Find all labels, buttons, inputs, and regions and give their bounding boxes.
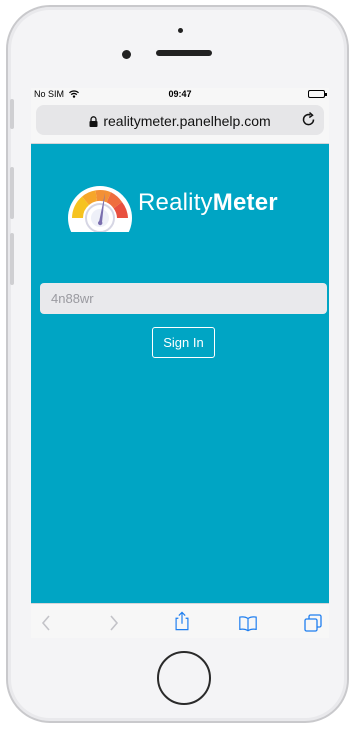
brand-name-reality: Reality	[138, 189, 213, 216]
status-time: 09:47	[168, 89, 192, 99]
access-code-input[interactable]	[40, 283, 327, 314]
url-text: realitymeter.panelhelp.com	[103, 113, 271, 129]
brand-name-meter: Meter	[212, 189, 278, 216]
reload-icon[interactable]	[301, 111, 317, 128]
proximity-sensor	[178, 28, 183, 33]
front-camera	[122, 50, 131, 59]
screen: No SIM 09:47 realitymeter.panelhelp.com	[31, 88, 329, 638]
share-icon[interactable]	[172, 611, 192, 631]
chevron-right-icon[interactable]	[103, 613, 123, 633]
volume-down-button	[10, 233, 14, 285]
volume-up-button	[10, 167, 14, 219]
gauge-icon	[68, 186, 132, 232]
url-field[interactable]: realitymeter.panelhelp.com	[36, 105, 324, 135]
home-button[interactable]	[157, 651, 211, 705]
browser-address-bar: realitymeter.panelhelp.com	[31, 100, 329, 144]
sign-in-button[interactable]: Sign In	[152, 327, 215, 358]
url-display: realitymeter.panelhelp.com	[36, 113, 324, 129]
chevron-left-icon[interactable]	[37, 613, 57, 633]
status-bar: No SIM 09:47	[31, 88, 329, 100]
brand-logo: RealityMeter	[64, 180, 304, 232]
brand-name: RealityMeter	[138, 189, 278, 217]
book-icon[interactable]	[238, 613, 258, 633]
tabs-icon[interactable]	[303, 613, 323, 633]
lock-icon	[89, 116, 98, 127]
earpiece-speaker	[156, 50, 212, 56]
battery-icon	[308, 90, 327, 98]
browser-toolbar	[31, 603, 329, 638]
mute-switch	[10, 99, 14, 129]
